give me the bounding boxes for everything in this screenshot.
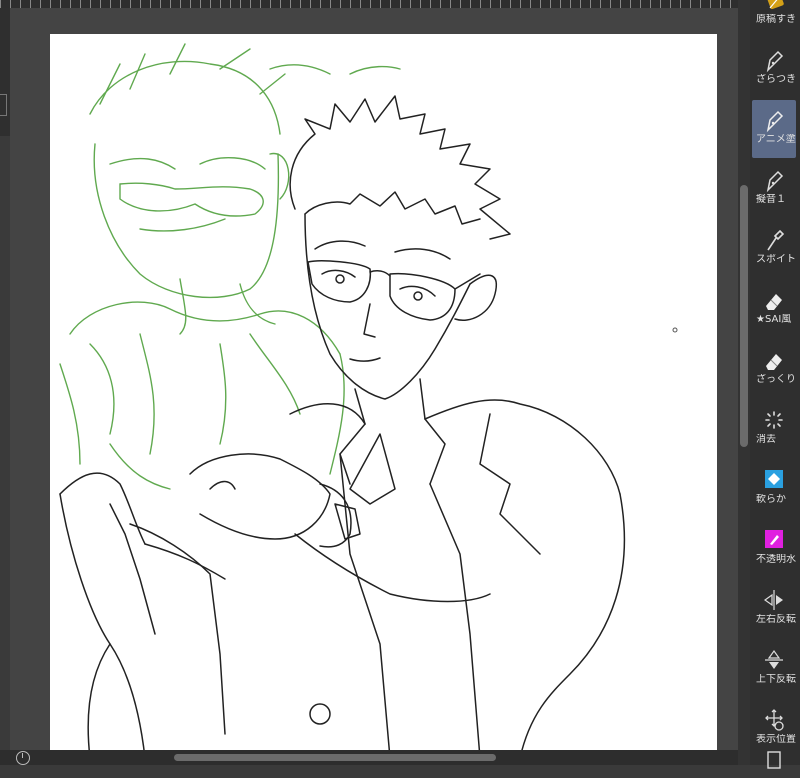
tool-label: 不透明水 xyxy=(756,554,796,565)
tool-label: ざっくり xyxy=(756,374,796,385)
tool-yawaraka[interactable]: 軟らか xyxy=(752,460,796,518)
document-icon xyxy=(752,750,796,778)
drawing-canvas[interactable] xyxy=(50,34,717,758)
panel-tab[interactable] xyxy=(0,94,7,116)
tool-label: 原稿すき xyxy=(756,14,796,25)
opaque-water-icon xyxy=(752,526,796,554)
tool-next-partial[interactable] xyxy=(752,744,796,769)
tool-label: 左右反転 xyxy=(756,614,796,625)
pen-nib-icon xyxy=(752,46,796,74)
clear-burst-icon xyxy=(752,406,796,434)
horizontal-ruler xyxy=(0,0,738,8)
move-view-icon xyxy=(752,706,796,734)
tool-label: ★SAI風 xyxy=(756,314,792,325)
brush-cursor-icon xyxy=(672,327,678,333)
horizontal-scroll-thumb[interactable] xyxy=(174,754,496,761)
tool-label: 擬音１ xyxy=(756,194,786,205)
flip-vertical-icon xyxy=(752,646,796,674)
tool-label: 上下反転 xyxy=(756,674,796,685)
tool-giongo[interactable]: 擬音１ xyxy=(752,160,796,218)
soft-eraser-icon xyxy=(752,466,796,494)
tool-zaratsuki[interactable]: ざらつき xyxy=(752,40,796,98)
eraser-icon xyxy=(752,346,796,374)
pen-nib-icon xyxy=(752,166,796,194)
tool-spoit[interactable]: スポイト xyxy=(752,220,796,278)
eyedropper-icon xyxy=(752,226,796,254)
tool-sai[interactable]: ★SAI風 xyxy=(752,280,796,338)
rough-sketch-layer xyxy=(59,43,401,490)
tool-sayuu[interactable]: 左右反転 xyxy=(752,580,796,638)
horizontal-scrollbar[interactable] xyxy=(0,750,738,765)
eraser-icon xyxy=(752,286,796,314)
tool-shokyo[interactable]: 消去 xyxy=(752,400,796,458)
pen-nib-icon xyxy=(752,106,796,134)
rotate-reset-icon[interactable] xyxy=(16,751,30,765)
canvas-area[interactable] xyxy=(10,8,738,758)
lineart-layer xyxy=(59,95,626,758)
tool-label: ざらつき xyxy=(756,74,796,85)
subtool-palette: 原稿すき ざらつき アニメ塗 擬音１ スポイト ★SAI風 ざっくり 消去 軟ら… xyxy=(750,0,800,769)
tool-zakkuri[interactable]: ざっくり xyxy=(752,340,796,398)
vertical-scroll-thumb[interactable] xyxy=(740,185,748,447)
tool-label: 軟らか xyxy=(756,494,786,505)
vertical-scrollbar[interactable] xyxy=(738,0,750,765)
tool-jouge[interactable]: 上下反転 xyxy=(752,640,796,698)
pencil-icon xyxy=(752,0,796,14)
tool-futoumei[interactable]: 不透明水 xyxy=(752,520,796,578)
artwork xyxy=(59,43,678,758)
flip-horizontal-icon xyxy=(752,586,796,614)
tool-label: スポイト xyxy=(756,254,796,265)
tool-label: 消去 xyxy=(756,434,776,445)
tool-label: アニメ塗 xyxy=(756,134,796,145)
tool-genkou[interactable]: 原稿すき xyxy=(752,0,796,38)
tool-anime[interactable]: アニメ塗 xyxy=(752,100,796,158)
